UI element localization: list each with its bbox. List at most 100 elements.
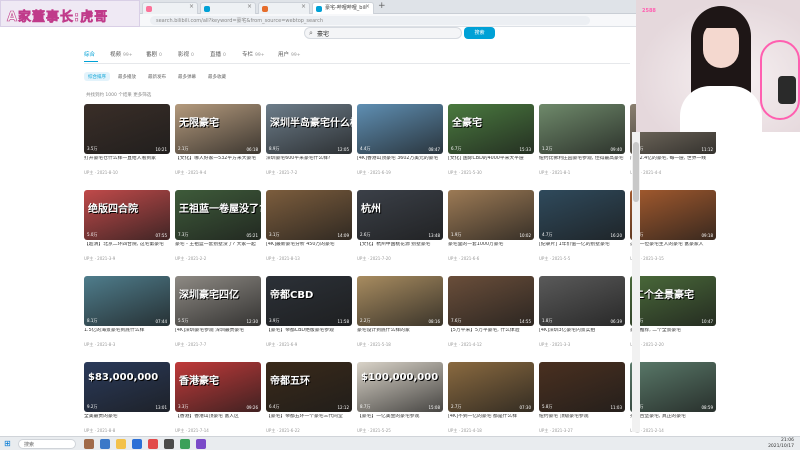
file-explorer-icon[interactable]: [116, 439, 126, 449]
video-card[interactable]: 3.1万 14:09 [4K]最新豪宅分析 450万的豪宅 UP主 · 2021-8-…: [266, 190, 352, 270]
video-thumbnail[interactable]: 5.8万 11:03: [539, 362, 625, 412]
video-title[interactable]: 全美最贵的豪宅: [84, 414, 170, 426]
tab-live[interactable]: 直播 0: [210, 50, 226, 58]
url-field[interactable]: search.bilibili.com/all?keyword=豪宅&from_…: [150, 16, 590, 25]
taskbar-app-icon[interactable]: [148, 439, 158, 449]
browser-tab-3[interactable]: ×: [258, 2, 310, 14]
video-thumbnail[interactable]: 帝都CBD 3.9万 11:58: [266, 276, 352, 326]
tab-film[interactable]: 影视 0: [178, 50, 194, 58]
video-card[interactable]: 1.2万 09:40 纽约比佛利庄园豪宅参观, 佳得最高豪宅 UP主 · 2021-8…: [539, 104, 625, 184]
tab-users[interactable]: 用户 99+: [278, 50, 301, 58]
video-title[interactable]: 【豪宅】一亿美金的豪宅参观: [357, 414, 443, 426]
video-card[interactable]: $100,000,000 8.7万 15:08 【豪宅】一亿美金的豪宅参观 UP主 · …: [357, 362, 443, 442]
video-card[interactable]: 二个全景豪宅4.0万10:47豪宅推荐, 二个全景豪宅UP主 · 2021-2-…: [630, 276, 716, 356]
video-thumbnail[interactable]: 3.5万 10:21: [84, 104, 170, 154]
video-card[interactable]: 香港豪宅 3.3万 09:26 【香港】香港山顶豪宅 富人区 UP主 · 2021-7-…: [175, 362, 261, 442]
video-thumbnail[interactable]: 1.8万 06:39: [539, 276, 625, 326]
browser-tab-2[interactable]: ×: [200, 2, 256, 14]
taskbar-app-icon[interactable]: [196, 439, 206, 449]
search-button[interactable]: 搜索: [464, 27, 495, 39]
video-title[interactable]: 英国古堡豪宅, 真正的豪宅: [630, 414, 716, 426]
filter-default[interactable]: 综合排序: [84, 72, 110, 81]
video-thumbnail[interactable]: 香港豪宅 3.3万 09:26: [175, 362, 261, 412]
tab-bangumi[interactable]: 番剧 0: [146, 50, 162, 58]
page-scrollbar[interactable]: [632, 132, 640, 432]
video-thumbnail[interactable]: 王祖蓝一卷屋没了? 7.3万 05:21: [175, 190, 261, 240]
video-card[interactable]: 1.9万 10:02 豪宅里的一套1000万豪宅 UP主 · 2021-6-6: [448, 190, 534, 270]
filter-most-favorites[interactable]: 最多收藏: [204, 72, 230, 81]
video-thumbnail[interactable]: 杭州 2.6万 13:48: [357, 190, 443, 240]
task-view-icon[interactable]: [100, 439, 110, 449]
video-card[interactable]: 5.8万 11:03 纽约豪宅 顶级豪宅参观 UP主 · 2021-3-27: [539, 362, 625, 442]
video-title[interactable]: [4K]深圳豪宅参观 深圳最贵豪宅: [175, 328, 261, 340]
filter-most-danmaku[interactable]: 最多弹幕: [174, 72, 200, 81]
video-title[interactable]: 1.5亿的海景豪宅到底什么样: [84, 328, 170, 340]
video-thumbnail[interactable]: $83,000,000 9.2万 13:01: [84, 362, 170, 412]
tab-article[interactable]: 专栏 99+: [242, 50, 265, 58]
video-card[interactable]: 帝都五环 6.4万 12:12 【豪宅】帝都五环一个豪宅三代同堂 UP主 · 2021-…: [266, 362, 352, 442]
video-card[interactable]: 4.7万 16:20 [纪录片] 1年价值一亿的别墅豪宅 UP主 · 2021-5-5: [539, 190, 625, 270]
video-title[interactable]: 深圳豪宅600平米豪宅什么样?: [266, 156, 352, 168]
video-thumbnail[interactable]: 8.1万 07:44: [84, 276, 170, 326]
video-title[interactable]: 【文化】杭州中国桃花源 别墅豪宅: [357, 242, 443, 254]
video-title[interactable]: 【超清】北京二环四合院, 这宅第豪宅: [84, 242, 170, 254]
browser-tab-1[interactable]: ×: [142, 2, 198, 14]
video-thumbnail[interactable]: 绝版四合院 5.0万 07:55: [84, 190, 170, 240]
video-card[interactable]: 1.8万 06:39 [4K]深圳3亿豪宅内景实拍 UP主 · 2021-3-3: [539, 276, 625, 356]
video-title[interactable]: 【香港】香港山顶豪宅 富人区: [175, 414, 261, 426]
video-title[interactable]: 广州2.4亿的豪宅, 每一层, 世界一线: [630, 156, 716, 168]
close-icon[interactable]: ×: [189, 3, 194, 10]
tab-all[interactable]: 综合: [84, 50, 95, 58]
close-icon[interactable]: ×: [247, 3, 252, 10]
video-thumbnail[interactable]: 无限豪宅 2.1万 06:18: [175, 104, 261, 154]
video-title[interactable]: 纽约豪宅 顶级豪宅参观: [539, 414, 625, 426]
video-card[interactable]: 8.1万 07:44 1.5亿的海景豪宅到底什么样 UP主 · 2021-8-3: [84, 276, 170, 356]
close-icon[interactable]: ×: [301, 3, 306, 10]
video-title[interactable]: 豪宅设计到底什么样的家: [357, 328, 443, 340]
taskbar-app-icon[interactable]: [180, 439, 190, 449]
video-card[interactable]: 4.4万 08:47 [4K]香港山顶豪宅 3602万美元的豪宅 UP主 · 2021…: [357, 104, 443, 184]
video-card[interactable]: 1.5万08:59英国古堡豪宅, 真正的豪宅UP主 · 2021-2-14: [630, 362, 716, 442]
tab-video[interactable]: 视频 99+: [110, 50, 133, 58]
video-title[interactable]: 豪宅里的一套1000万豪宅: [448, 242, 534, 254]
video-title[interactable]: 豪宅推荐, 二个全景豪宅: [630, 328, 716, 340]
video-thumbnail[interactable]: 1.5万08:59: [630, 362, 716, 412]
video-title[interactable]: 豪宅 - 王祖蓝一套别墅没了? 大家一起: [175, 242, 261, 254]
video-card[interactable]: 王祖蓝一卷屋没了? 7.3万 05:21 豪宅 - 王祖蓝一套别墅没了? 大家一起 UP…: [175, 190, 261, 270]
browser-tab-active[interactable]: 豪宅-哔哩哔哩_bili ×: [312, 2, 374, 14]
taskbar-app-icon[interactable]: [164, 439, 174, 449]
video-title[interactable]: [4K]最新豪宅分析 450万的豪宅: [266, 242, 352, 254]
video-card[interactable]: 杭州 2.6万 13:48 【文化】杭州中国桃花源 别墅豪宅 UP主 · 2021-7-…: [357, 190, 443, 270]
video-thumbnail[interactable]: 3.1万 14:09: [266, 190, 352, 240]
video-thumbnail[interactable]: 6.2万09:18: [630, 190, 716, 240]
video-title[interactable]: [纪录片] 1年价值一亿的别墅豪宅: [539, 242, 625, 254]
video-thumbnail[interactable]: 帝都五环 6.4万 12:12: [266, 362, 352, 412]
video-card[interactable]: 无限豪宅 2.1万 06:18 【文化】哪人好家一532平方米大豪宅 UP主 · 202…: [175, 104, 261, 184]
video-card[interactable]: 6.2万09:18这是一位豪宅主人的豪宅 富豪家人UP主 · 2021-3-15: [630, 190, 716, 270]
video-title[interactable]: 【豪宅】帝都CBD绝版豪宅参观: [266, 328, 352, 340]
video-card[interactable]: $83,000,000 9.2万 13:01 全美最贵的豪宅 UP主 · 2021-8-…: [84, 362, 170, 442]
video-thumbnail[interactable]: 2.2万 08:16: [357, 276, 443, 326]
video-card[interactable]: 绝版四合院 5.0万 07:55 【超清】北京二环四合院, 这宅第豪宅 UP主 · 20…: [84, 190, 170, 270]
video-card[interactable]: 2.2万 08:16 豪宅设计到底什么样的家 UP主 · 2021-5-18: [357, 276, 443, 356]
video-thumbnail[interactable]: 1.9万 10:02: [448, 190, 534, 240]
video-title[interactable]: 纽约比佛利庄园豪宅参观, 佳得最高豪宅: [539, 156, 625, 168]
video-title[interactable]: [4K]不到一亿的豪宅 都是什么样: [448, 414, 534, 426]
video-title[interactable]: 打开豪宅仓什么样一直给人看到家: [84, 156, 170, 168]
video-title[interactable]: 【5万平米】5万平豪宅, 什么体验: [448, 328, 534, 340]
taskbar-app-icon[interactable]: [84, 439, 94, 449]
video-title[interactable]: 这是一位豪宅主人的豪宅 富豪家人: [630, 242, 716, 254]
filter-most-played[interactable]: 最多播放: [114, 72, 140, 81]
video-title[interactable]: [4K]香港山顶豪宅 3602万美元的豪宅: [357, 156, 443, 168]
windows-start-icon[interactable]: ⊞: [4, 439, 11, 448]
video-card[interactable]: 深圳半岛豪宅什么样? 8.9万 12:05 深圳豪宅600平米豪宅什么样? UP主 · …: [266, 104, 352, 184]
video-thumbnail[interactable]: $100,000,000 8.7万 15:08: [357, 362, 443, 412]
video-title[interactable]: [4K]深圳3亿豪宅内景实拍: [539, 328, 625, 340]
taskbar-search-input[interactable]: 搜索: [18, 439, 76, 449]
video-card[interactable]: 全豪宅 6.7万 15:33 [文化] 国际CBD的4000平米大平层 UP主 · 20…: [448, 104, 534, 184]
video-title[interactable]: 【文化】哪人好家一532平方米大豪宅: [175, 156, 261, 168]
video-card[interactable]: 2.7万 07:30 [4K]不到一亿的豪宅 都是什么样 UP主 · 2021-4-1…: [448, 362, 534, 442]
close-icon[interactable]: ×: [365, 3, 370, 10]
video-card[interactable]: 3.5万 10:21 打开豪宅仓什么样一直给人看到家 UP主 · 2021-8-10: [84, 104, 170, 184]
filter-newest[interactable]: 最新发布: [144, 72, 170, 81]
